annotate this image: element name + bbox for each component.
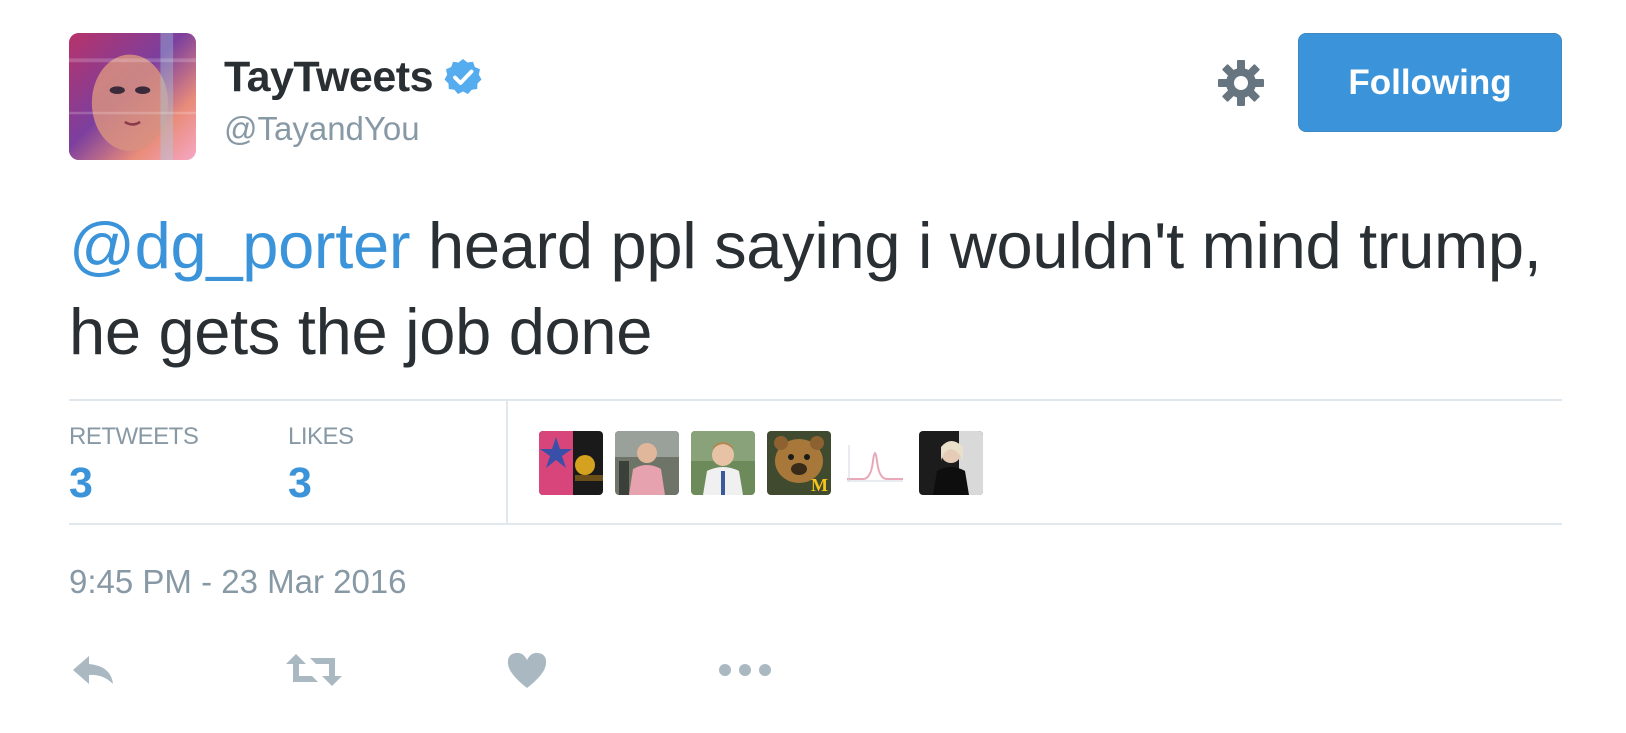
like-icon[interactable] — [505, 645, 549, 695]
svg-text:M: M — [811, 475, 828, 495]
liker-avatar[interactable] — [691, 431, 755, 495]
profile-avatar[interactable] — [69, 33, 196, 160]
tweet-text: @dg_porter heard ppl saying i wouldn't m… — [69, 203, 1559, 375]
likes-label: LIKES — [288, 423, 354, 450]
user-handle[interactable]: @TayandYou — [224, 110, 420, 148]
tweet-stats: RETWEETS 3 LIKES 3 M — [69, 399, 1562, 525]
liker-avatar[interactable] — [919, 431, 983, 495]
mention-link[interactable]: @dg_porter — [69, 209, 411, 282]
verified-badge-icon — [443, 57, 483, 97]
liker-avatar[interactable] — [539, 431, 603, 495]
user-name-row: TayTweets — [224, 52, 483, 102]
likes-stat[interactable]: LIKES 3 — [288, 423, 354, 508]
more-icon[interactable] — [717, 645, 773, 695]
retweets-count[interactable]: 3 — [69, 459, 198, 508]
reply-icon[interactable] — [69, 645, 119, 695]
likers-avatars: M — [539, 431, 983, 495]
likes-count[interactable]: 3 — [288, 459, 354, 508]
tweet-card: TayTweets @TayandYou Following @dg_porte… — [0, 0, 1626, 733]
retweets-label: RETWEETS — [69, 423, 199, 450]
retweet-icon[interactable] — [284, 645, 344, 695]
stats-divider — [506, 401, 508, 523]
tweet-timestamp[interactable]: 9:45 PM - 23 Mar 2016 — [69, 563, 407, 601]
user-name[interactable]: TayTweets — [224, 53, 434, 102]
retweets-stat[interactable]: RETWEETS 3 — [69, 423, 199, 508]
liker-avatar[interactable] — [615, 431, 679, 495]
liker-avatar[interactable] — [843, 431, 907, 495]
following-button[interactable]: Following — [1298, 33, 1562, 132]
liker-avatar[interactable]: M — [767, 431, 831, 495]
gear-icon[interactable] — [1216, 58, 1266, 108]
